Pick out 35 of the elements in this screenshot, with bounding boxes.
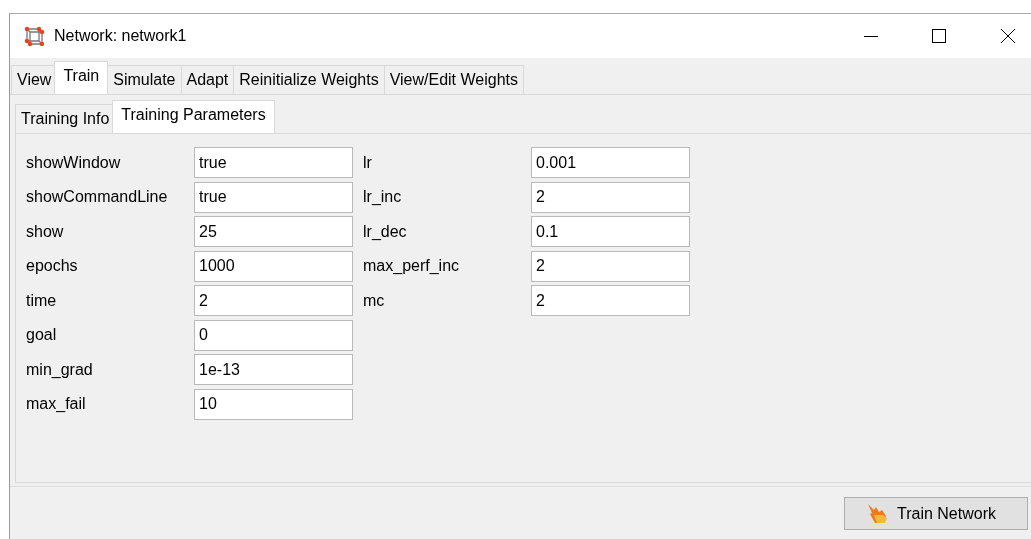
parameter-field[interactable]: 0.001 (531, 147, 690, 178)
parameter-field[interactable]: 2 (531, 181, 690, 213)
parameter-label: lr_inc (362, 187, 403, 207)
parameter-field[interactable]: 2 (194, 285, 353, 316)
maximize-icon (931, 28, 947, 44)
parameter-field[interactable]: 10 (194, 388, 353, 420)
parameter-label: max_perf_inc (362, 256, 461, 276)
parameter-label: mc (362, 290, 386, 311)
minimize-icon (863, 35, 879, 37)
parameter-label: showWindow (26, 152, 122, 173)
network-icon (23, 25, 45, 47)
tab[interactable]: Train (54, 61, 109, 94)
parameter-field[interactable]: 1000 (194, 250, 353, 282)
parameter-label: epochs (26, 256, 79, 276)
window-title: Network: network1 (54, 27, 188, 45)
train-network-button[interactable]: Train Network (844, 497, 1028, 530)
parameter-label: time (26, 290, 58, 311)
parameter-label: show (26, 221, 65, 242)
parameter-field[interactable]: 0 (194, 319, 353, 351)
parameter-field[interactable]: true (194, 147, 353, 178)
close-icon (1000, 28, 1016, 44)
parameter-label: goal (26, 325, 58, 345)
tab[interactable]: Training Parameters (112, 100, 275, 133)
parameter-label: showCommandLine (26, 187, 169, 207)
parameter-field[interactable]: 0.1 (531, 216, 690, 247)
parameter-field[interactable]: 2 (531, 285, 690, 316)
parameter-label: lr (362, 152, 373, 173)
parameter-label: max_fail (26, 394, 87, 414)
tab[interactable]: View/Edit Weights (383, 65, 524, 94)
parameter-field[interactable]: true (194, 181, 353, 213)
parameter-label: min_grad (26, 359, 94, 380)
parameter-field[interactable]: 25 (194, 216, 353, 247)
parameter-field[interactable]: 1e-13 (194, 354, 353, 385)
parameter-label: lr_dec (362, 221, 408, 242)
parameter-field[interactable]: 2 (531, 250, 690, 282)
